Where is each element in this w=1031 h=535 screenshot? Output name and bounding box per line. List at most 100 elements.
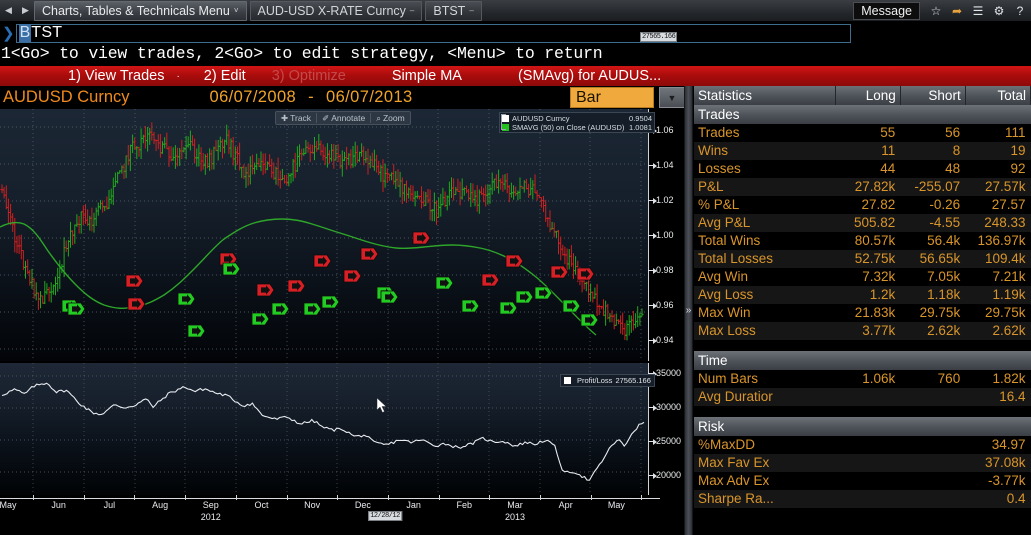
table-row[interactable]: Losses 44 48 92 [694, 160, 1031, 178]
top-tab-bar: ◀ ▶ Charts, Tables & Technicals Menu ˅ A… [0, 0, 1031, 22]
price-chart-legend[interactable]: AUDUSD Curncy 0.9504 SMAVG (50) on Close… [499, 112, 655, 133]
document-icon[interactable]: ☰ [968, 1, 988, 21]
pencil-icon: ✐ [322, 112, 330, 123]
zoom-tool-button[interactable]: ⌕ Zoom [371, 113, 410, 124]
col-header-long[interactable]: Long [835, 86, 901, 105]
sell-signal-marker[interactable] [287, 279, 306, 293]
sell-signal-marker[interactable] [550, 265, 569, 279]
buy-signal-marker[interactable] [461, 299, 480, 313]
menu-edit[interactable]: 2) Edit [196, 68, 254, 84]
x-tick-label: Jan [406, 500, 421, 510]
sell-signal-marker[interactable] [343, 269, 362, 283]
x-tick-label: Oct [254, 500, 269, 510]
buy-signal-marker[interactable] [303, 302, 322, 316]
table-row[interactable]: Max Win 21.83k 29.75k 29.75k [694, 304, 1031, 322]
menu-smavg-for-audusd[interactable]: (SMAvg) for AUDUS... [510, 68, 669, 84]
table-row[interactable]: % P&L 27.82 -0.26 27.57 [694, 196, 1031, 214]
sell-signal-marker[interactable] [256, 283, 275, 297]
table-row[interactable]: Sharpe Ra... 0.4 [694, 490, 1031, 508]
tab-charts-tables-technicals-menu[interactable]: Charts, Tables & Technicals Menu ˅ [34, 0, 247, 21]
sell-signal-marker[interactable] [313, 254, 332, 268]
cell-short: 56.65k [900, 250, 966, 268]
col-header-short[interactable]: Short [900, 86, 966, 105]
help-icon[interactable]: ? [1010, 1, 1030, 21]
buy-signal-marker[interactable] [534, 286, 553, 300]
cell-total: 34.97 [965, 436, 1031, 454]
buy-signal-marker[interactable] [67, 302, 86, 316]
buy-signal-marker[interactable] [435, 276, 454, 290]
tab-btst[interactable]: BTST – [425, 0, 482, 21]
panel-expander-handle[interactable]: » [684, 86, 693, 535]
buy-signal-marker[interactable] [499, 301, 518, 315]
sell-signal-marker[interactable] [412, 231, 431, 245]
cell-total: 16.4 [965, 388, 1031, 406]
table-row[interactable]: Max Fav Ex 37.08k [694, 454, 1031, 472]
table-row[interactable]: Avg Loss 1.2k 1.18k 1.19k [694, 286, 1031, 304]
cell-long [835, 454, 901, 472]
message-button[interactable]: Message [853, 1, 920, 20]
profit-loss-legend[interactable]: Profit/Loss 27565.166 [560, 374, 655, 387]
gear-icon[interactable]: ⚙ [989, 1, 1009, 21]
nav-forward-icon[interactable]: ▶ [17, 1, 34, 21]
bloomberg-terminal-window: ◀ ▶ Charts, Tables & Technicals Menu ˅ A… [0, 0, 1031, 535]
chart-display-mode-dropdown-icon[interactable]: ▼ [659, 87, 685, 108]
table-row[interactable]: %MaxDD 34.97 [694, 436, 1031, 454]
table-section-gap [694, 340, 1031, 351]
chart-date-to[interactable]: 06/07/2013 [326, 88, 413, 107]
row-label: Trades [694, 124, 836, 142]
table-row[interactable]: Max Loss 3.77k 2.62k 2.62k [694, 322, 1031, 340]
sell-signal-marker[interactable] [481, 273, 500, 287]
menu-view-trades[interactable]: 1) View Trades [60, 68, 172, 84]
table-row[interactable]: P&L 27.82k -255.07 27.57k [694, 178, 1031, 196]
table-row[interactable]: Total Wins 80.57k 56.4k 136.97k [694, 232, 1031, 250]
star-icon[interactable]: ☆ [926, 1, 946, 21]
buy-signal-marker[interactable] [580, 313, 599, 327]
x-axis-date-tag: 12/28/12 [368, 511, 402, 521]
table-row[interactable]: Avg Win 7.32k 7.05k 7.21k [694, 268, 1031, 286]
table-row[interactable]: Total Losses 52.75k 56.65k 109.4k [694, 250, 1031, 268]
cell-short: 7.05k [900, 268, 966, 286]
buy-signal-marker[interactable] [187, 324, 206, 338]
table-row[interactable]: Num Bars 1.06k 760 1.82k [694, 370, 1031, 388]
x-tick-mark [134, 495, 136, 500]
table-row[interactable]: Wins 11 8 19 [694, 142, 1031, 160]
command-input[interactable]: B TST [15, 23, 851, 43]
cell-short [900, 472, 966, 490]
sell-signal-marker[interactable] [127, 297, 146, 311]
col-header-statistics[interactable]: Statistics [694, 86, 836, 105]
command-prompt-icon: ❯ [2, 24, 15, 42]
menu-optimize[interactable]: 3) Optimize [264, 68, 354, 84]
annotate-tool-button[interactable]: ✐ Annotate [317, 113, 370, 124]
cell-long: 3.77k [835, 322, 901, 340]
cell-long: 55 [835, 124, 901, 142]
y-tick-mark [648, 338, 657, 344]
buy-signal-marker[interactable] [515, 290, 534, 304]
legend-label-price: AUDUSD Curncy [512, 114, 570, 123]
table-row[interactable]: Trades 55 56 111 [694, 124, 1031, 142]
cell-total: 29.75k [965, 304, 1031, 322]
menu-simple-ma[interactable]: Simple MA [384, 68, 470, 84]
table-row[interactable]: Max Adv Ex -3.77k [694, 472, 1031, 490]
x-tick-mark [185, 495, 187, 500]
sell-signal-marker[interactable] [576, 267, 595, 281]
sell-signal-marker[interactable] [125, 274, 144, 288]
buy-signal-marker[interactable] [251, 312, 270, 326]
nav-back-icon[interactable]: ◀ [0, 1, 17, 21]
cell-short: -4.55 [900, 214, 966, 232]
buy-signal-marker[interactable] [177, 292, 196, 306]
buy-signal-marker[interactable] [271, 302, 290, 316]
tab-aud-usd-xrate-curncy[interactable]: AUD-USD X-RATE Curncy – [249, 0, 423, 21]
table-row[interactable]: Avg Duratior 16.4 [694, 388, 1031, 406]
sell-signal-marker[interactable] [360, 247, 379, 261]
buy-signal-marker[interactable] [562, 299, 581, 313]
chart-display-mode-field[interactable]: Bar [570, 87, 654, 108]
buy-signal-marker[interactable] [321, 295, 340, 309]
buy-signal-marker[interactable] [222, 262, 241, 276]
track-tool-button[interactable]: ✚ Track [276, 113, 316, 124]
sell-signal-marker[interactable] [505, 254, 524, 268]
export-icon[interactable]: ➦ [947, 1, 967, 21]
col-header-total[interactable]: Total [965, 86, 1031, 105]
table-row[interactable]: Avg P&L 505.82 -4.55 248.33 [694, 214, 1031, 232]
chart-date-from[interactable]: 06/07/2008 [210, 88, 297, 107]
buy-signal-marker[interactable] [380, 290, 399, 304]
